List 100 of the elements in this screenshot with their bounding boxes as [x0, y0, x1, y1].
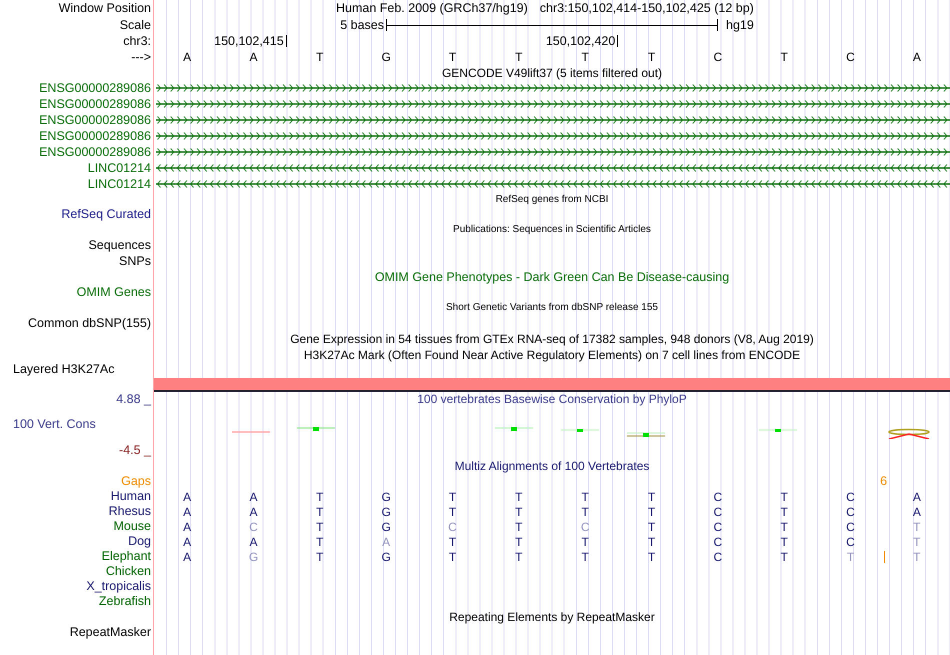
base-letter: T — [580, 490, 590, 502]
base-letter: T — [448, 506, 458, 518]
base-letter: A — [182, 490, 192, 502]
base-letter: A — [182, 51, 192, 63]
track-label[interactable]: ENSG00000289086 — [39, 114, 151, 126]
track-label[interactable]: LINC01214 — [88, 162, 151, 174]
track-label[interactable]: SNPs — [119, 254, 151, 268]
base-letter: G — [248, 550, 260, 562]
base-letter: T — [580, 536, 590, 548]
base-letter: T — [779, 490, 789, 502]
position-range: chr3:150,102,414-150,102,425 (12 bp) — [540, 2, 754, 15]
base-letter: C — [712, 536, 724, 548]
base-letter: G — [380, 51, 392, 63]
base-letter: T — [646, 520, 656, 532]
base-letter: T — [646, 490, 656, 502]
track-label[interactable]: -4.5 _ — [119, 444, 151, 456]
track-label[interactable]: RefSeq Curated — [61, 208, 151, 221]
gap-count: 6 — [880, 475, 888, 488]
track-label[interactable]: Mouse — [113, 520, 151, 533]
track-label[interactable]: ENSG00000289086 — [39, 82, 151, 94]
track-title: H3K27Ac Mark (Often Found Near Active Regulatory Elements) on 7 cell lines from ENCODE — [304, 348, 800, 360]
track-title: Publications: Sequences in Scientific Articles — [453, 225, 651, 235]
track-label[interactable]: RepeatMasker — [70, 626, 151, 639]
base-letter: T — [448, 490, 458, 502]
base-letter: T — [912, 520, 922, 532]
base-letter: T — [779, 536, 789, 548]
base-letter: T — [912, 550, 922, 562]
base-letter: C — [447, 520, 458, 532]
track-label[interactable]: Rhesus — [108, 505, 151, 518]
base-letter: T — [514, 536, 524, 548]
base-letter: G — [380, 550, 392, 562]
track-label[interactable]: LINC01214 — [88, 178, 151, 190]
track-label[interactable]: chr3: — [123, 34, 151, 48]
track-label[interactable]: Layered H3K27Ac — [13, 363, 114, 376]
track-label[interactable]: Common dbSNP(155) — [28, 317, 151, 330]
track-label[interactable]: Zebrafish — [98, 595, 151, 608]
base-letter: T — [315, 520, 324, 532]
base-letter: T — [646, 550, 656, 562]
track-label[interactable]: Sequences — [88, 239, 151, 252]
base-letter: T — [514, 490, 524, 502]
base-letter: G — [380, 520, 392, 532]
track-label[interactable]: 100 Vert. Cons — [13, 418, 96, 431]
track-title: Short Genetic Variants from dbSNP release 155 — [446, 303, 658, 313]
base-letter: C — [712, 490, 724, 502]
base-letter: T — [315, 550, 324, 562]
base-letter: A — [912, 490, 922, 502]
scale-assembly: hg19 — [725, 18, 754, 32]
base-letter: T — [846, 550, 856, 562]
base-letter: C — [845, 51, 856, 63]
base-letter: T — [779, 51, 789, 63]
track-title: OMIM Gene Phenotypes - Dark Green Can Be Disease-causing — [374, 270, 730, 284]
base-letter: C — [845, 506, 856, 518]
track-label[interactable]: ---> — [131, 50, 151, 64]
base-letter: A — [182, 550, 192, 562]
base-letter: T — [448, 536, 458, 548]
base-letter: C — [712, 506, 724, 518]
track-title: 100 vertebrates Basewise Conservation by PhyloP — [417, 393, 687, 405]
base-letter: T — [514, 550, 524, 562]
base-letter: T — [779, 506, 789, 518]
track-title: Multiz Alignments of 100 Vertebrates — [454, 460, 650, 472]
track-label[interactable]: Scale — [120, 18, 151, 32]
base-letter: T — [448, 51, 458, 63]
track-label[interactable]: Elephant — [102, 550, 151, 563]
base-letter: T — [315, 536, 324, 548]
track-label[interactable]: ENSG00000289086 — [39, 98, 151, 110]
track-title: Repeating Elements by RepeatMasker — [449, 611, 655, 623]
track-label[interactable]: ENSG00000289086 — [39, 130, 151, 142]
base-letter: T — [315, 490, 324, 502]
base-letter: T — [779, 550, 789, 562]
base-letter: T — [315, 51, 324, 63]
track-label[interactable]: Chicken — [106, 565, 151, 578]
track-label[interactable]: X_tropicalis — [86, 580, 151, 593]
base-letter: T — [448, 550, 458, 562]
base-letter: A — [912, 506, 922, 518]
assembly-title: Human Feb. 2009 (GRCh37/hg19) — [336, 2, 528, 15]
base-letter: A — [248, 490, 258, 502]
base-letter: A — [912, 51, 922, 63]
track-label[interactable]: ENSG00000289086 — [39, 146, 151, 158]
track-label[interactable]: Human — [110, 490, 151, 503]
base-letter: T — [514, 51, 524, 63]
base-letter: C — [712, 51, 724, 63]
track-label[interactable]: Dog — [128, 535, 151, 548]
track-label[interactable]: Window Position — [58, 2, 151, 15]
base-letter: T — [514, 520, 524, 532]
base-letter: G — [380, 490, 392, 502]
base-letter: C — [580, 520, 590, 532]
base-letter: C — [712, 520, 724, 532]
base-letter: T — [779, 520, 789, 532]
scale-length: 5 bases — [339, 18, 385, 32]
base-letter: A — [248, 506, 258, 518]
base-letter: T — [912, 536, 922, 548]
base-letter: C — [248, 520, 259, 532]
track-label[interactable]: 4.88 _ — [116, 392, 151, 406]
base-letter: A — [381, 536, 392, 548]
base-letter: C — [845, 536, 856, 548]
track-title: GENCODE V49lift37 (5 items filtered out) — [442, 66, 662, 78]
base-letter: T — [580, 506, 590, 518]
base-letter: T — [514, 506, 524, 518]
track-label[interactable]: OMIM Genes — [76, 286, 151, 299]
base-letter: C — [712, 550, 724, 562]
